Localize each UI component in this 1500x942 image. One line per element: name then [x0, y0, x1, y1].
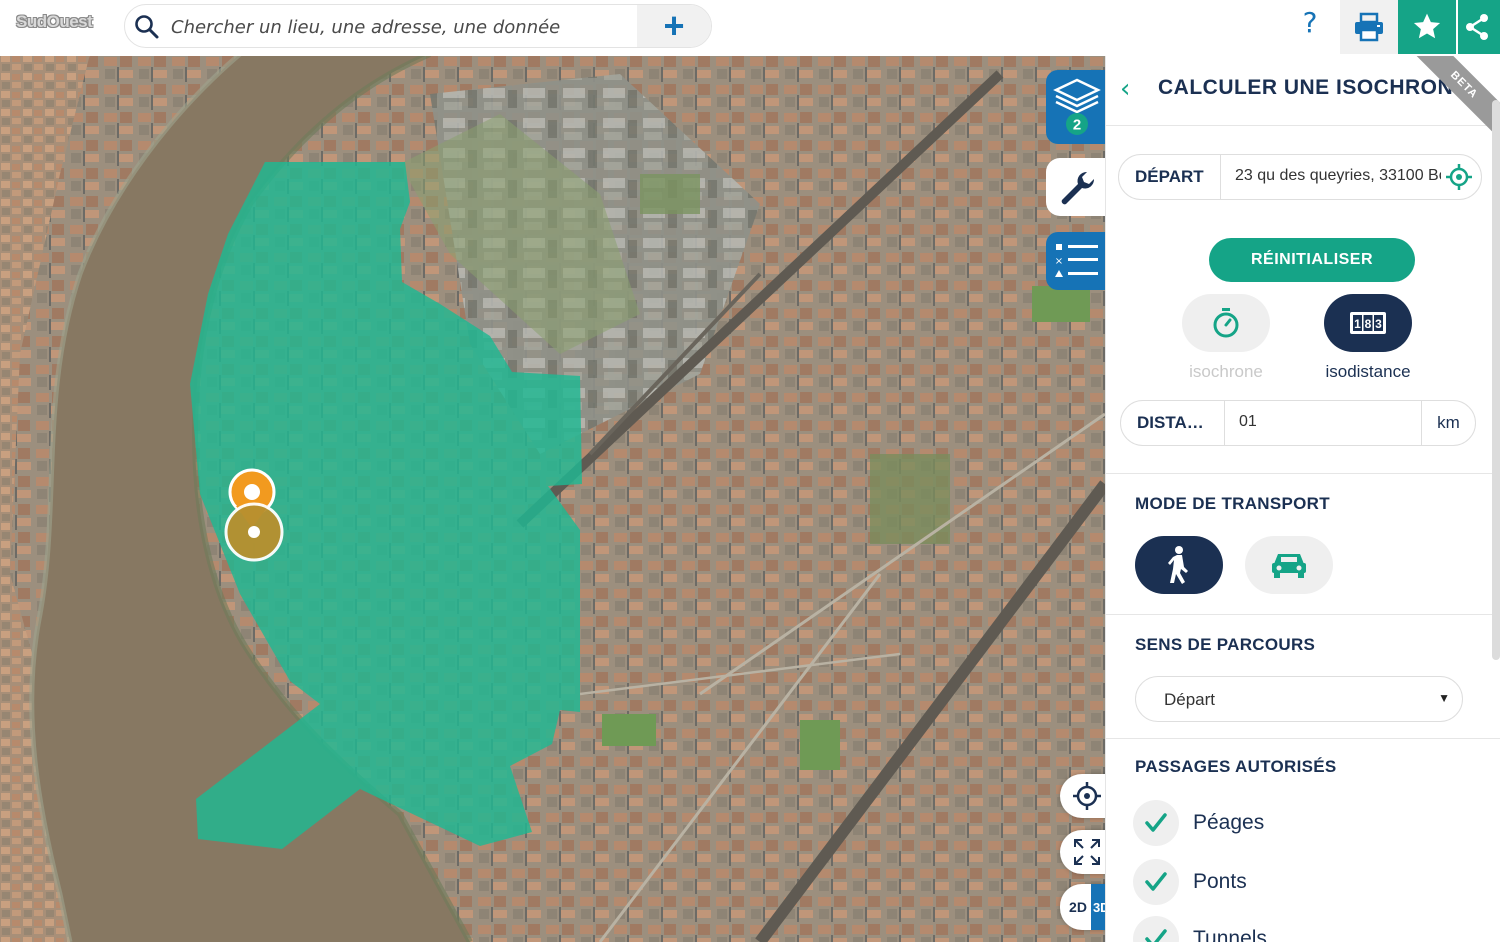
svg-text:1: 1 — [1354, 317, 1361, 331]
departure-input[interactable]: 23 qu des queyries, 33100 Bordeaux — [1235, 167, 1441, 185]
star-icon — [1413, 13, 1441, 39]
divider — [1106, 614, 1500, 615]
search-icon[interactable] — [133, 13, 161, 41]
distance-label: DISTANCE — [1121, 401, 1225, 445]
print-button[interactable] — [1340, 0, 1398, 54]
layers-icon: 2 — [1053, 78, 1101, 135]
crosshair-icon — [1073, 782, 1101, 810]
distance-input[interactable]: 01 — [1239, 413, 1389, 431]
svg-text:3: 3 — [1375, 317, 1382, 331]
help-button[interactable]: ? — [1284, 6, 1336, 46]
panel-title: CALCULER UNE ISOCHRONE — [1158, 76, 1468, 99]
search-input[interactable] — [171, 13, 641, 41]
share-icon — [1466, 14, 1488, 40]
geolocate-icon[interactable] — [1445, 163, 1473, 191]
svg-text:×: × — [1055, 256, 1063, 267]
check-icon — [1145, 929, 1167, 942]
panel-header: ‹ CALCULER UNE ISOCHRONE BETA — [1106, 54, 1500, 148]
caret-down-icon: ▼ — [1438, 691, 1450, 705]
car-icon — [1272, 554, 1306, 578]
aerial-imagery[interactable] — [0, 54, 1105, 942]
tunnel-checkbox[interactable]: Tunnels — [1133, 916, 1267, 942]
walk-mode-button[interactable] — [1135, 536, 1223, 594]
reset-button[interactable]: RÉINITIALISER — [1209, 238, 1415, 282]
favorite-button[interactable] — [1398, 0, 1456, 54]
printer-icon — [1355, 12, 1383, 42]
map-view[interactable] — [0, 54, 1105, 942]
pedestrian-icon — [1168, 546, 1188, 584]
bridge-label: Ponts — [1193, 870, 1247, 893]
isochrone-panel: ‹ CALCULER UNE ISOCHRONE BETA DÉPART 23 … — [1105, 54, 1500, 942]
add-button[interactable]: + — [637, 5, 711, 47]
direction-title: SENS DE PARCOURS — [1135, 635, 1316, 654]
share-button[interactable] — [1458, 0, 1500, 54]
toggle-2d[interactable]: 2D — [1069, 899, 1087, 915]
chevron-left-icon[interactable]: ‹ — [1120, 74, 1130, 104]
check-icon — [1145, 872, 1167, 891]
odometer-icon: 1 8 3 — [1350, 312, 1386, 334]
distance-field: DISTANCE 01 km — [1120, 400, 1476, 446]
brand-logo[interactable]: SudOuest — [16, 12, 93, 32]
isodistance-mode-label: isodistance — [1325, 362, 1411, 381]
legend-button[interactable]: × — [1046, 232, 1108, 290]
top-bar: SudOuest + ? — [0, 0, 1500, 56]
direction-selected-value: Départ — [1164, 690, 1216, 709]
departure-field: DÉPART 23 qu des queyries, 33100 Bordeau… — [1118, 154, 1482, 200]
checkbox[interactable] — [1133, 916, 1179, 942]
beta-ribbon: BETA — [1401, 54, 1500, 148]
svg-text:8: 8 — [1365, 317, 1372, 331]
checkbox[interactable] — [1133, 859, 1179, 905]
transport-title: MODE DE TRANSPORT — [1135, 494, 1330, 513]
departure-label: DÉPART — [1119, 155, 1221, 199]
search-bar: + — [124, 4, 712, 48]
car-mode-button[interactable] — [1245, 536, 1333, 594]
layers-count: 2 — [1073, 117, 1081, 134]
isochrone-mode-label: isochrone — [1189, 362, 1263, 381]
expand-icon — [1074, 839, 1100, 865]
distance-unit: km — [1421, 401, 1475, 445]
divider — [1106, 473, 1500, 474]
direction-select[interactable]: Départ ▼ — [1135, 676, 1463, 722]
legend-icon: × — [1055, 244, 1098, 277]
layers-button[interactable]: 2 — [1046, 70, 1108, 144]
bridge-checkbox[interactable]: Ponts — [1133, 859, 1247, 905]
divider — [1106, 738, 1500, 739]
tools-button[interactable] — [1046, 158, 1108, 216]
panel-scrollbar[interactable] — [1492, 100, 1500, 660]
check-icon — [1145, 813, 1167, 832]
start-marker[interactable] — [224, 468, 284, 562]
plus-icon: + — [663, 5, 685, 46]
isochrone-mode-button[interactable] — [1182, 294, 1270, 352]
toll-checkbox[interactable]: Péages — [1133, 800, 1264, 846]
passages-title: PASSAGES AUTORISÉS — [1135, 757, 1337, 776]
timer-icon — [1213, 308, 1239, 338]
tunnel-label: Tunnels — [1193, 927, 1267, 942]
isodistance-mode-button[interactable]: 1 8 3 — [1324, 294, 1412, 352]
checkbox[interactable] — [1133, 800, 1179, 846]
wrench-icon — [1061, 171, 1095, 205]
toll-label: Péages — [1193, 811, 1265, 834]
